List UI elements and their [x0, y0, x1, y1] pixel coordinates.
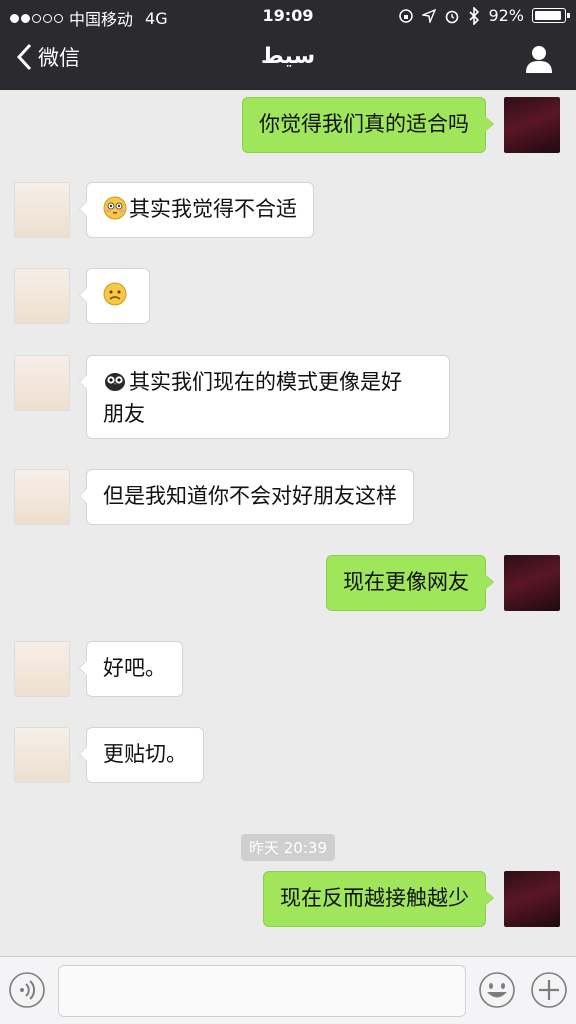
outgoing-bubble[interactable]: 现在反而越接触越少 [263, 871, 494, 927]
input-bar [0, 956, 576, 1024]
incoming-bubble[interactable] [79, 268, 150, 324]
message-text: 你觉得我们真的适合吗 [259, 112, 469, 136]
message-row: 你觉得我们真的适合吗 [0, 97, 576, 157]
chat-title: سيط [260, 44, 316, 69]
battery-percent: 92% [488, 6, 524, 25]
message-row: 更贴切。 [0, 727, 576, 787]
frowning-face-emoji-icon [103, 282, 127, 306]
message-text-line2: 朋友 [103, 402, 145, 426]
contact-avatar[interactable] [14, 727, 70, 783]
status-bar: 中国移动 4G 19:09 92% [0, 0, 576, 32]
rotation-lock-icon [399, 8, 414, 23]
add-more-icon[interactable] [530, 971, 568, 1009]
incoming-bubble[interactable]: 其实我觉得不合适 [79, 182, 314, 238]
message-row: 现在更像网友 [0, 555, 576, 615]
incoming-bubble[interactable]: 好吧。 [79, 641, 183, 697]
voice-input-icon[interactable] [8, 971, 46, 1009]
incoming-bubble[interactable]: 其实我们现在的模式更像是好 朋友 [79, 355, 450, 439]
chat-area[interactable]: 你觉得我们真的适合吗 其实我觉得不合适 其实我们现在的模式更像是好 朋友 但是我… [0, 90, 576, 956]
message-text: 现在更像网友 [343, 570, 469, 594]
message-text: 更贴切。 [103, 742, 187, 766]
message-text: 好吧。 [103, 656, 166, 680]
message-row: 其实我们现在的模式更像是好 朋友 [0, 355, 576, 445]
contact-avatar[interactable] [14, 182, 70, 238]
timestamp-divider: 昨天 20:39 [0, 834, 576, 861]
message-input[interactable] [58, 965, 466, 1017]
emoji-button-icon[interactable] [478, 971, 516, 1009]
location-icon [422, 8, 437, 23]
message-text: 其实我觉得不合适 [129, 197, 297, 221]
contact-avatar[interactable] [14, 355, 70, 411]
contact-profile-icon[interactable] [524, 44, 554, 74]
message-text: 但是我知道你不会对好朋友这样 [103, 484, 397, 508]
contact-avatar[interactable] [14, 469, 70, 525]
outgoing-bubble[interactable]: 现在更像网友 [326, 555, 494, 611]
message-row: 其实我觉得不合适 [0, 182, 576, 242]
message-text: 现在反而越接触越少 [280, 886, 469, 910]
message-row: 现在反而越接触越少 [0, 871, 576, 931]
alarm-icon [446, 10, 459, 23]
contact-avatar[interactable] [14, 641, 70, 697]
top-bar: 中国移动 4G 19:09 92% 微信 سيط [0, 0, 576, 90]
incoming-bubble[interactable]: 但是我知道你不会对好朋友这样 [79, 469, 414, 525]
timestamp-label: 昨天 20:39 [241, 834, 335, 861]
nav-bar: 微信 سيط [0, 32, 576, 90]
owl-emoji-icon [105, 373, 125, 391]
message-row [0, 268, 576, 328]
outgoing-bubble[interactable]: 你觉得我们真的适合吗 [242, 97, 494, 153]
message-row: 好吧。 [0, 641, 576, 701]
flushed-face-emoji-icon [103, 196, 127, 220]
my-avatar[interactable] [504, 97, 560, 153]
incoming-bubble[interactable]: 更贴切。 [79, 727, 204, 783]
contact-avatar[interactable] [14, 268, 70, 324]
battery-icon [532, 8, 570, 23]
bluetooth-icon [469, 6, 480, 25]
message-text-line1: 其实我们现在的模式更像是好 [129, 370, 402, 394]
message-row: 但是我知道你不会对好朋友这样 [0, 469, 576, 529]
my-avatar[interactable] [504, 871, 560, 927]
my-avatar[interactable] [504, 555, 560, 611]
